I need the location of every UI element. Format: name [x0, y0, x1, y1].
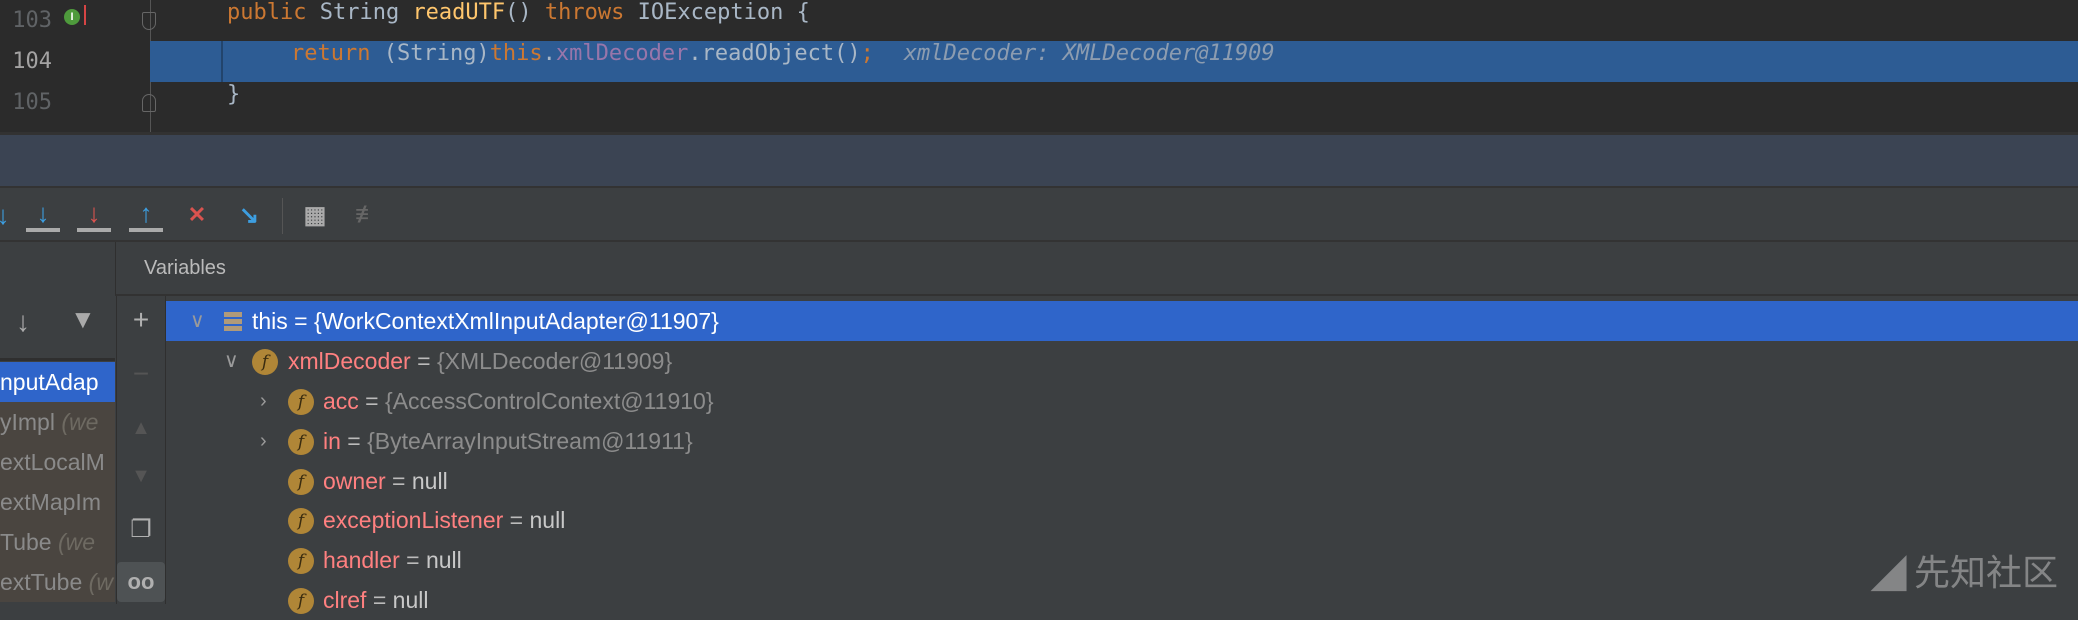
frame-item[interactable]: nputAdap: [0, 362, 115, 402]
code-line-104-current: return (String)this.xmlDecoder.readObjec…: [150, 41, 2078, 82]
tree-row[interactable]: f handler = null: [166, 540, 2078, 580]
field-icon: f: [288, 548, 314, 574]
step-into-icon[interactable]: ↓: [26, 198, 60, 232]
panel-title: Variables: [144, 257, 226, 279]
variables-side-toolbar: + − ▲ ▼ ❐ oo: [116, 296, 166, 604]
panel-divider-bar: [0, 132, 2078, 186]
remove-watch-icon[interactable]: −: [117, 354, 165, 394]
tree-row[interactable]: › f acc = {AccessControlContext@11910}: [166, 381, 2078, 421]
implementation-marker-icon[interactable]: I: [64, 9, 80, 25]
tree-row[interactable]: ∨ f xmlDecoder = {XMLDecoder@11909}: [166, 341, 2078, 381]
watermark-logo: ◢ 先知社区: [1872, 545, 2058, 595]
show-watches-glasses-icon[interactable]: oo: [117, 562, 165, 602]
force-step-into-icon[interactable]: ↓: [77, 198, 111, 232]
field-icon: f: [288, 429, 314, 455]
line-number: 104: [12, 49, 52, 74]
add-watch-icon[interactable]: +: [117, 300, 165, 340]
frame-item[interactable]: Tube (we: [0, 522, 115, 562]
line-number: 103: [12, 8, 52, 33]
chevron-down-icon[interactable]: ∨: [190, 301, 205, 341]
code-editor[interactable]: 103 I 104 105 public String readUTF() th…: [0, 0, 2078, 132]
frame-item[interactable]: extLocalM: [0, 442, 115, 482]
move-down-icon[interactable]: ▼: [117, 456, 165, 496]
field-icon: f: [288, 469, 314, 495]
sort-down-icon[interactable]: ↓: [16, 306, 30, 338]
chevron-down-icon[interactable]: ∨: [224, 341, 239, 381]
step-over-icon[interactable]: ↓: [0, 198, 20, 232]
field-icon: f: [288, 588, 314, 614]
tree-row[interactable]: ∨ this = {WorkContextXmlInputAdapter@119…: [166, 301, 2078, 341]
frame-item[interactable]: yImpl (we: [0, 402, 115, 442]
toolbar-separator: [282, 198, 283, 234]
tree-row[interactable]: f exceptionListener = null: [166, 500, 2078, 540]
field-icon: f: [288, 508, 314, 534]
code-line-105: }: [227, 82, 241, 107]
tree-row[interactable]: f clref = null: [166, 580, 2078, 620]
object-stack-icon: [224, 312, 242, 332]
divider: [0, 358, 115, 361]
field-icon: f: [288, 389, 314, 415]
chevron-right-icon[interactable]: ›: [260, 421, 267, 461]
chevron-right-icon[interactable]: ›: [260, 381, 267, 421]
debugger-toolbar: ↓ ↓ ↓ ↑ ✕ ↘ ▦ ≢: [0, 186, 2078, 242]
variables-header: Variables: [115, 242, 2078, 296]
trace-stream-icon[interactable]: ≢: [350, 198, 384, 232]
variables-tree: ∨ this = {WorkContextXmlInputAdapter@119…: [166, 296, 2078, 614]
field-icon: f: [252, 349, 278, 375]
evaluate-expression-icon[interactable]: ▦: [298, 198, 332, 232]
code-line-103: public String readUTF() throws IOExcepti…: [227, 0, 810, 25]
filter-icon[interactable]: ▼: [70, 304, 96, 335]
drop-frame-icon[interactable]: ✕: [180, 198, 214, 232]
tree-row[interactable]: › f in = {ByteArrayInputStream@11911}: [166, 421, 2078, 461]
line-number: 105: [12, 90, 52, 115]
frame-item[interactable]: extMapIm: [0, 482, 115, 522]
step-out-icon[interactable]: ↑: [129, 198, 163, 232]
run-to-cursor-icon[interactable]: ↘: [232, 198, 266, 232]
frame-item[interactable]: extTube (w: [0, 562, 115, 602]
override-arrow-icon[interactable]: [84, 5, 86, 25]
tree-row[interactable]: f owner = null: [166, 461, 2078, 501]
copy-icon[interactable]: ❐: [117, 510, 165, 550]
inline-value-hint: xmlDecoder: XMLDecoder@11909: [903, 41, 1275, 66]
move-up-icon[interactable]: ▲: [117, 408, 165, 448]
